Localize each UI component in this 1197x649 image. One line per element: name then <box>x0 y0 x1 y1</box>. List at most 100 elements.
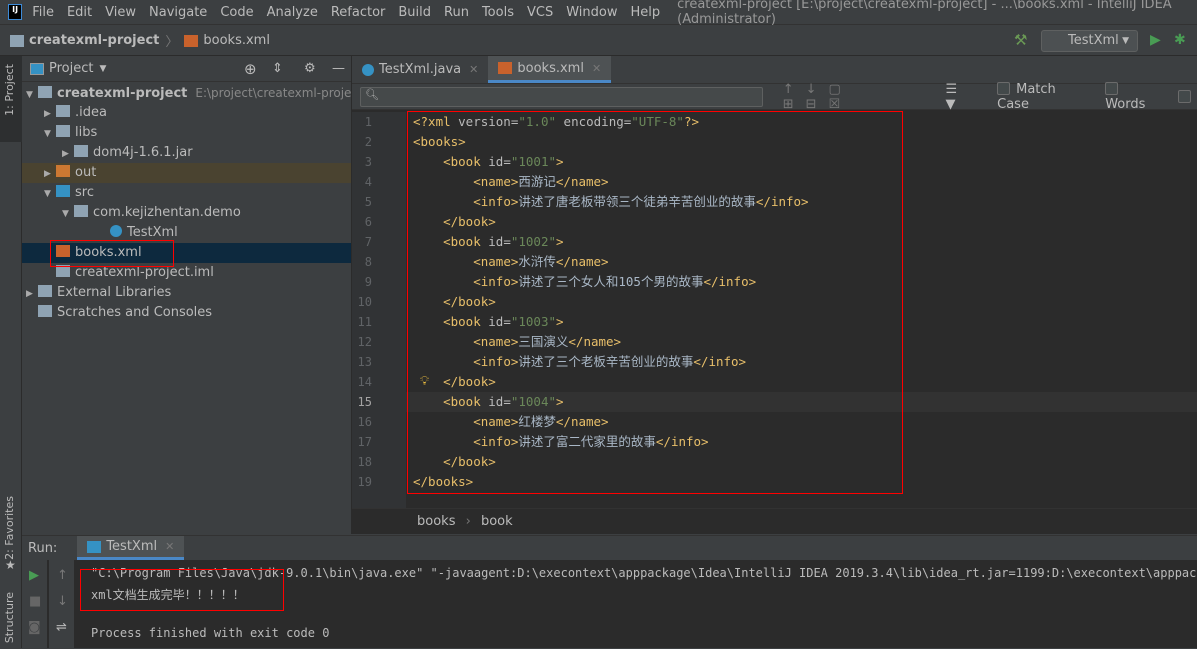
menu-refactor[interactable]: Refactor <box>331 5 386 20</box>
editor-tab[interactable]: TestXml.java ✕ <box>352 56 488 83</box>
run-config-label: TestXml <box>1068 33 1119 48</box>
menu-tools[interactable]: Tools <box>482 5 514 20</box>
collapsed-arrow-icon[interactable]: ▶ <box>44 104 56 124</box>
locate-icon[interactable]: ⊕ <box>244 60 257 78</box>
tree-item[interactable]: ▼ createxml-project E:\project\createxml-p… <box>22 83 363 105</box>
words-checkbox[interactable]: Words <box>1105 81 1164 112</box>
favorites-tool-tab[interactable]: 2: Favorites <box>3 496 16 560</box>
jar-icon <box>74 145 88 157</box>
build-hammer-icon[interactable]: ⚒ <box>1014 31 1027 49</box>
menu-vcs[interactable]: VCS <box>527 5 553 20</box>
menu-build[interactable]: Build <box>398 5 431 20</box>
line-number: 5 <box>364 195 372 209</box>
collapsed-arrow-icon[interactable]: ▶ <box>44 164 56 184</box>
project-view-select[interactable]: Project <box>49 61 93 76</box>
breadcrumb-file[interactable]: books.xml <box>203 33 270 48</box>
tree-item[interactable]: Scratches and Consoles <box>22 303 351 323</box>
tree-item[interactable]: ▶ .idea <box>22 103 351 123</box>
tree-item[interactable]: ▶ out <box>22 163 351 183</box>
tree-item-label: .idea <box>75 105 107 120</box>
editor-tab[interactable]: books.xml ✕ <box>488 56 612 83</box>
tree-item[interactable]: ▶ External Libraries <box>22 283 351 303</box>
rerun-icon[interactable]: ▶ <box>29 568 39 583</box>
filter-icon[interactable]: ☰ ▼ <box>945 82 971 112</box>
up-icon[interactable]: ↑ <box>57 568 68 583</box>
window-title: createxml-project [E:\project\createxml-… <box>677 0 1172 27</box>
stop-icon[interactable]: ■ <box>29 594 41 609</box>
menu-analyze[interactable]: Analyze <box>267 5 318 20</box>
menu-code[interactable]: Code <box>220 5 253 20</box>
menu-run[interactable]: Run <box>444 5 469 20</box>
close-icon[interactable]: ✕ <box>165 540 174 553</box>
line-number: 16 <box>357 415 372 429</box>
expanded-arrow-icon[interactable]: ▼ <box>62 204 74 224</box>
java-class-icon <box>110 225 122 237</box>
soft-wrap-icon[interactable]: ⇌ <box>56 620 67 635</box>
breadcrumb-books[interactable]: books <box>417 514 455 529</box>
menu-window[interactable]: Window <box>566 5 617 20</box>
regex-checkbox[interactable] <box>1178 90 1191 103</box>
line-number: 17 <box>357 435 372 449</box>
collapse-all-icon[interactable]: ⇕ <box>272 61 283 76</box>
tree-item[interactable]: ▶ dom4j-1.6.1.jar <box>22 143 351 163</box>
left-tool-strip: 1: Project 2: Favorites ★ Structure <box>0 56 22 648</box>
run-config-select[interactable]: TestXml ▼ <box>1041 30 1138 52</box>
package-icon <box>74 205 88 217</box>
menu-edit[interactable]: Edit <box>67 5 92 20</box>
camera-icon[interactable]: ◙ <box>28 620 41 635</box>
menu-bar: IJ File Edit View Navigate Code Analyze Refact… <box>0 0 1197 27</box>
tree-item-label: createxml-project.iml <box>75 265 214 280</box>
project-folder-icon <box>10 34 24 47</box>
tree-item-label: src <box>75 185 94 200</box>
project-view-icon <box>30 62 44 75</box>
source-folder-icon <box>56 185 70 197</box>
project-tool-tab[interactable]: 1: Project <box>3 64 16 116</box>
tree-item[interactable]: ▼ src <box>22 183 351 203</box>
line-number: 15 <box>357 395 372 409</box>
structure-tool-tab[interactable]: Structure <box>3 592 16 643</box>
line-number: 2 <box>364 135 372 149</box>
tree-item-label: libs <box>75 125 98 140</box>
expanded-arrow-icon[interactable]: ▼ <box>44 184 56 204</box>
line-number: 14 <box>357 375 372 389</box>
search-input[interactable]: 🔍︎ <box>360 86 763 107</box>
menu-view[interactable]: View <box>105 5 136 20</box>
tree-item[interactable]: ▼ libs <box>22 123 351 143</box>
menu-navigate[interactable]: Navigate <box>149 5 207 20</box>
breadcrumb-book[interactable]: book <box>481 514 513 529</box>
scratches-icon <box>38 305 52 317</box>
collapsed-arrow-icon[interactable]: ▶ <box>26 284 38 304</box>
line-number: 13 <box>357 355 372 369</box>
gear-icon[interactable]: ⚙ <box>304 61 316 76</box>
line-number: 7 <box>364 235 372 249</box>
run-tab-label: TestXml <box>106 539 158 554</box>
line-number: 3 <box>364 155 372 169</box>
run-toolbar: ▶ ■ ◙ <box>22 560 47 649</box>
debug-icon[interactable]: ✱ <box>1174 32 1186 48</box>
breadcrumb-project[interactable]: createxml-project <box>29 33 159 48</box>
line-number: 6 <box>364 215 372 229</box>
match-case-checkbox[interactable]: Match Case <box>997 81 1091 112</box>
close-icon[interactable]: ✕ <box>592 62 601 75</box>
line-number: 9 <box>364 275 372 289</box>
run-icon[interactable]: ▶ <box>1150 32 1161 48</box>
java-class-icon <box>362 63 374 76</box>
down-icon[interactable]: ↓ <box>57 594 68 609</box>
star-icon: ★ <box>5 558 16 572</box>
tree-item[interactable]: ▼ com.kejizhentan.demo <box>22 203 351 223</box>
collapsed-arrow-icon[interactable]: ▶ <box>62 144 74 164</box>
console-icon <box>87 540 102 553</box>
hide-icon[interactable]: — <box>332 61 345 76</box>
xml-file-icon <box>184 34 199 47</box>
search-nav-icons[interactable]: ↑↓▢ ⊞⊟☒ <box>783 82 938 112</box>
line-number: 10 <box>357 295 372 309</box>
expanded-arrow-icon[interactable]: ▼ <box>26 85 38 105</box>
tree-item-label: Scratches and Consoles <box>57 305 213 320</box>
close-icon[interactable]: ✕ <box>469 63 478 76</box>
menu-file[interactable]: File <box>32 5 54 20</box>
line-number: 12 <box>357 335 372 349</box>
run-tab-testxml[interactable]: TestXml ✕ <box>77 536 185 560</box>
tree-item-label: dom4j-1.6.1.jar <box>93 145 193 160</box>
menu-help[interactable]: Help <box>630 5 660 20</box>
expanded-arrow-icon[interactable]: ▼ <box>44 124 56 144</box>
